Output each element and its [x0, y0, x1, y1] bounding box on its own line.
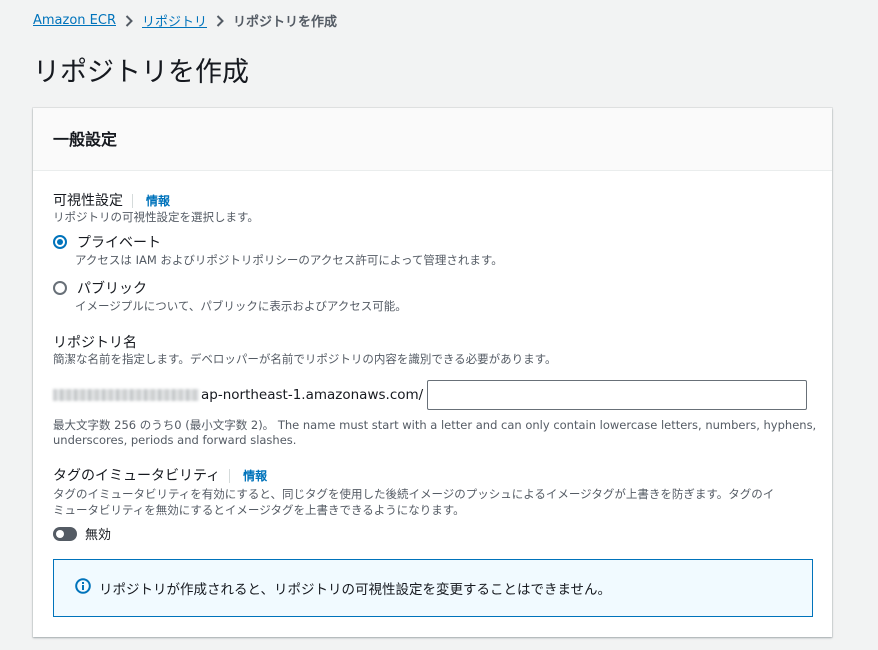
- radio-button-public[interactable]: [53, 281, 67, 295]
- immutability-info-link[interactable]: 情報: [229, 469, 268, 483]
- radio-public[interactable]: パブリック: [53, 278, 147, 298]
- panel-header: 一般設定: [33, 108, 832, 171]
- repo-uri-prefix: ap-northeast-1.amazonaws.com/: [201, 387, 424, 403]
- immutability-toggle[interactable]: [53, 526, 77, 541]
- panel-title: 一般設定: [53, 130, 118, 149]
- radio-label-private[interactable]: プライベート: [77, 232, 161, 252]
- info-circle-icon: [75, 578, 91, 598]
- immutability-toggle-label[interactable]: 無効: [85, 524, 111, 543]
- radio-description-public: イメージプルについて、パブリックに表示およびアクセス可能。: [75, 299, 407, 313]
- breadcrumb-link-repositories[interactable]: リポジトリ: [142, 11, 207, 30]
- breadcrumb-link-amazon-ecr[interactable]: Amazon ECR: [33, 13, 116, 28]
- immutability-description-1: タグのイミュータビリティを有効にすると、同じタグを使用した後続イメージのプッシュ…: [53, 487, 775, 501]
- immutability-toggle-row[interactable]: 無効: [53, 524, 111, 543]
- repo-name-constraint-2: underscores, periods and forward slashes…: [53, 433, 297, 447]
- repo-name-description: 簡潔な名前を指定します。デベロッパーが名前でリポジトリの内容を識別できる必要があ…: [53, 352, 557, 366]
- chevron-right-icon: [207, 13, 233, 28]
- immutability-description-2: ミュータビリティを無効にするとイメージタグを上書きできるようになります。: [53, 503, 465, 517]
- visibility-info-alert: リポジトリが作成されると、リポジトリの可視性設定を変更することはできません。: [53, 559, 813, 617]
- alert-message: リポジトリが作成されると、リポジトリの可視性設定を変更することはできません。: [99, 582, 612, 598]
- repo-name-input[interactable]: [427, 380, 808, 410]
- radio-private[interactable]: プライベート: [53, 232, 161, 252]
- visibility-info-link[interactable]: 情報: [132, 194, 171, 208]
- breadcrumb-current: リポジトリを作成: [233, 15, 338, 30]
- chevron-right-icon: [116, 13, 142, 28]
- breadcrumb: Amazon ECR リポジトリ リポジトリを作成: [33, 11, 337, 30]
- repo-name-label: リポジトリ名: [53, 335, 137, 351]
- visibility-label: 可視性設定: [53, 193, 123, 209]
- immutability-label-row: タグのイミュータビリティ 情報: [53, 465, 268, 485]
- page-title: リポジトリを作成: [33, 57, 249, 88]
- visibility-description: リポジトリの可視性設定を選択します。: [53, 210, 259, 224]
- visibility-label-row: 可視性設定 情報: [53, 190, 171, 210]
- account-id-redacted: [53, 389, 199, 401]
- radio-button-private[interactable]: [53, 235, 67, 249]
- immutability-label: タグのイミュータビリティ: [53, 468, 221, 484]
- toggle-knob: [56, 529, 64, 538]
- repo-uri-row: ap-northeast-1.amazonaws.com/: [53, 380, 808, 410]
- repo-name-constraint-1: 最大文字数 256 のうち0 (最小文字数 2)。 The name must …: [53, 418, 817, 432]
- radio-label-public[interactable]: パブリック: [77, 278, 147, 298]
- general-settings-panel: 一般設定 可視性設定 情報 リポジトリの可視性設定を選択します。 プライベート ア…: [33, 108, 832, 637]
- radio-description-private: アクセスは IAM およびリポジトリポリシーのアクセス許可によって管理されます。: [75, 253, 503, 267]
